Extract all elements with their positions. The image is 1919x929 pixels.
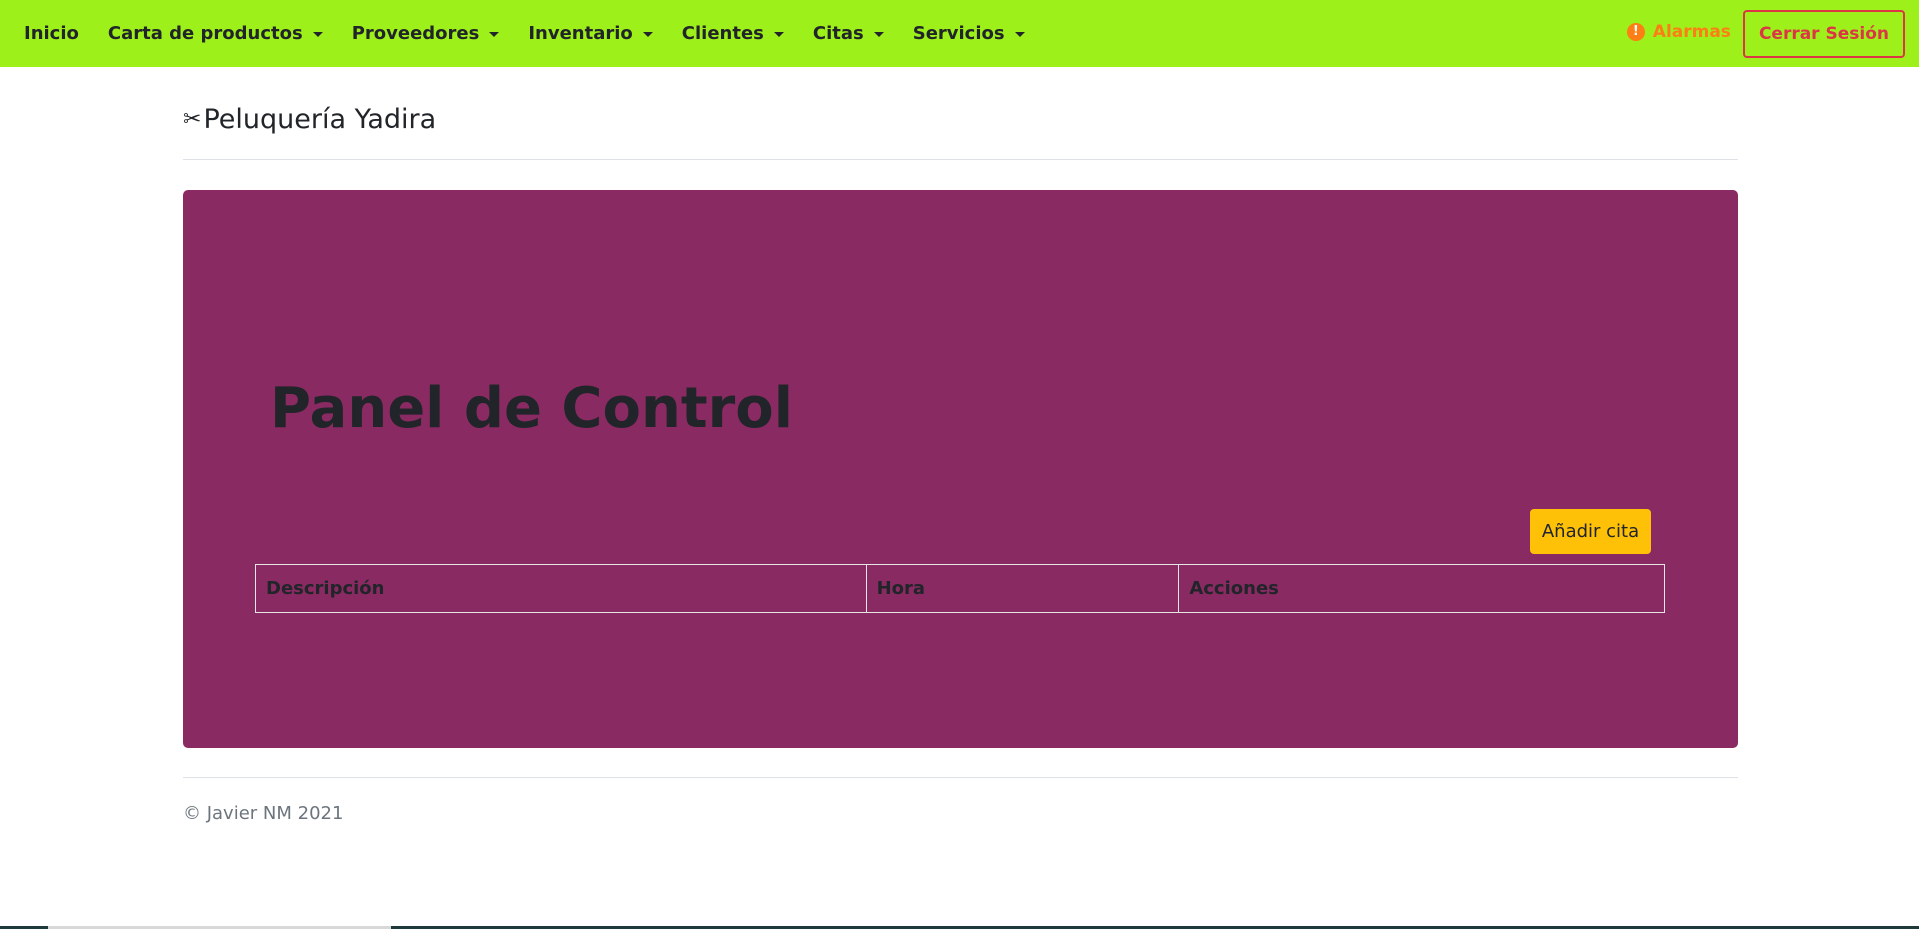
copyright-text: © Javier NM 2021: [183, 803, 344, 824]
nav-item-carta-de-productos[interactable]: Carta de productos: [108, 23, 323, 44]
nav-item-clientes[interactable]: Clientes: [682, 23, 784, 44]
nav-item-label: Clientes: [681, 23, 764, 44]
nav-item-label: Inicio: [24, 23, 79, 44]
site-header: ✂ Peluquería Yadira: [183, 100, 1738, 160]
caret-down-icon: [1014, 31, 1025, 37]
logout-button[interactable]: Cerrar Sesión: [1742, 9, 1905, 58]
nav-item-label: Inventario: [528, 23, 633, 44]
scissors-icon: ✂: [183, 106, 202, 132]
nav-item-citas[interactable]: Citas: [813, 23, 884, 44]
brand-title: Peluquería Yadira: [203, 104, 437, 135]
nav-item-inventario[interactable]: Inventario: [528, 23, 653, 44]
brand: ✂ Peluquería Yadira: [183, 104, 1738, 135]
alarms-label: Alarmas: [1652, 21, 1731, 42]
page-title: Panel de Control: [270, 376, 793, 441]
footer: © Javier NM 2021: [183, 777, 1738, 824]
nav-item-label: Servicios: [912, 23, 1005, 44]
alarms-link[interactable]: ! Alarmas: [1626, 21, 1731, 42]
appointments-table: Descripción Hora Acciones: [255, 564, 1665, 613]
caret-down-icon: [773, 31, 784, 37]
column-header-acciones: Acciones: [1178, 564, 1665, 613]
caret-down-icon: [489, 31, 500, 37]
nav-item-label: Proveedores: [351, 23, 480, 44]
caret-down-icon: [642, 31, 653, 37]
nav-right: ! Alarmas Cerrar Sesión: [1626, 0, 1905, 67]
nav-item-servicios[interactable]: Servicios: [913, 23, 1025, 44]
top-navbar: Inicio Carta de productos Proveedores In…: [0, 0, 1919, 67]
exclamation-circle-icon: !: [1626, 22, 1645, 41]
control-panel: Panel de Control Añadir cita Descripción…: [183, 190, 1738, 748]
nav-item-label: Carta de productos: [107, 23, 303, 44]
nav-item-label: Citas: [812, 23, 864, 44]
table-header-row: Descripción Hora Acciones: [255, 564, 1665, 613]
nav-menu: Inicio Carta de productos Proveedores In…: [24, 0, 1054, 67]
add-appointment-button[interactable]: Añadir cita: [1530, 509, 1651, 554]
nav-item-proveedores[interactable]: Proveedores: [352, 23, 500, 44]
nav-item-inicio[interactable]: Inicio: [24, 23, 79, 44]
column-header-descripcion: Descripción: [255, 564, 867, 613]
caret-down-icon: [312, 31, 323, 37]
column-header-hora: Hora: [865, 564, 1180, 613]
caret-down-icon: [873, 31, 884, 37]
